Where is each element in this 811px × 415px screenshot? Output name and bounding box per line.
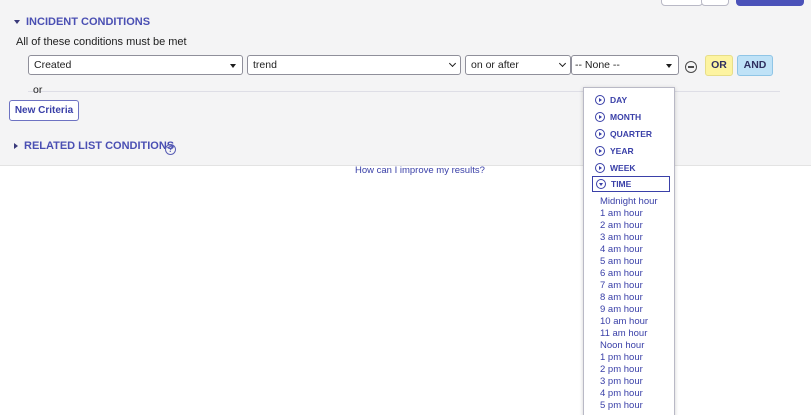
operator-select[interactable]: on or after	[465, 55, 571, 75]
group-label: DAY	[610, 95, 628, 105]
conditions-panel: INCIDENT CONDITIONS All of these conditi…	[0, 0, 811, 166]
time-option[interactable]: 4 am hour	[600, 244, 643, 255]
time-option[interactable]: 10 am hour	[600, 316, 648, 327]
time-option[interactable]: 2 am hour	[600, 220, 643, 231]
related-list-conditions-title: RELATED LIST CONDITIONS	[24, 140, 175, 152]
trend-select[interactable]: trend	[247, 55, 461, 75]
group-label: WEEK	[610, 163, 636, 173]
conditions-description: All of these conditions must be met	[16, 36, 187, 48]
incident-conditions-title: INCIDENT CONDITIONS	[26, 16, 151, 28]
time-option[interactable]: 11 am hour	[600, 328, 647, 339]
trend-select-value: trend	[253, 59, 277, 71]
top-toolbar-primary-button[interactable]	[736, 0, 804, 6]
value-select[interactable]: -- None --	[571, 55, 679, 75]
time-option[interactable]: 2 pm hour	[600, 364, 643, 375]
value-select-value: -- None --	[575, 59, 620, 71]
time-option[interactable]: 1 am hour	[600, 208, 643, 219]
time-option[interactable]: 5 am hour	[600, 256, 643, 267]
time-option[interactable]: 1 pm hour	[600, 352, 643, 363]
operator-select-value: on or after	[471, 59, 519, 71]
chevron-down-icon	[448, 59, 457, 68]
and-button[interactable]: AND	[737, 55, 773, 76]
time-option[interactable]: 6 am hour	[600, 268, 643, 279]
top-toolbar-button-secondary[interactable]	[701, 0, 729, 6]
page: INCIDENT CONDITIONS All of these conditi…	[0, 0, 811, 415]
expand-circle-icon	[595, 146, 605, 156]
new-criteria-button[interactable]: New Criteria	[9, 100, 79, 121]
time-option[interactable]: 4 pm hour	[600, 388, 643, 399]
dropdown-arrow-icon	[230, 64, 236, 68]
improve-results-link[interactable]: How can I improve my results?	[355, 165, 485, 176]
time-option[interactable]: 5 pm hour	[600, 400, 643, 411]
top-toolbar-button[interactable]	[661, 0, 703, 6]
help-icon[interactable]: ?	[165, 144, 176, 155]
group-label: MONTH	[610, 112, 642, 122]
dropdown-group-week[interactable]: WEEK	[592, 160, 670, 176]
dropdown-group-year[interactable]: YEAR	[592, 143, 670, 159]
dropdown-group-time[interactable]: TIME	[592, 176, 670, 192]
dropdown-group-quarter[interactable]: QUARTER	[592, 126, 670, 142]
time-option[interactable]: 3 pm hour	[600, 376, 643, 387]
time-option[interactable]: 8 am hour	[600, 292, 643, 303]
time-option[interactable]: 9 am hour	[600, 304, 643, 315]
expand-circle-icon	[595, 95, 605, 105]
expand-circle-icon	[595, 129, 605, 139]
related-list-conditions-header[interactable]: RELATED LIST CONDITIONS	[14, 140, 174, 152]
group-label: QUARTER	[610, 129, 653, 139]
expand-circle-icon	[595, 112, 605, 122]
time-option[interactable]: Noon hour	[600, 340, 644, 351]
or-separator-label: or	[33, 84, 43, 96]
dropdown-arrow-icon	[666, 64, 672, 68]
caret-down-icon	[14, 20, 20, 24]
or-button[interactable]: OR	[705, 55, 733, 76]
time-option[interactable]: 7 am hour	[600, 280, 643, 291]
field-select[interactable]: Created	[28, 55, 243, 75]
remove-condition-icon[interactable]	[685, 61, 697, 73]
group-label: TIME	[611, 179, 632, 189]
dropdown-group-month[interactable]: MONTH	[592, 109, 670, 125]
value-dropdown-menu: DAY MONTH QUARTER YEAR WEEK TIME Midnigh…	[583, 87, 675, 415]
group-label: YEAR	[610, 146, 634, 156]
expand-circle-icon	[595, 163, 605, 173]
chevron-down-icon	[558, 59, 567, 68]
caret-right-icon	[14, 143, 18, 149]
collapse-circle-icon	[596, 179, 606, 189]
time-option[interactable]: 3 am hour	[600, 232, 643, 243]
incident-conditions-header[interactable]: INCIDENT CONDITIONS	[14, 16, 150, 28]
time-option[interactable]: Midnight hour	[600, 196, 658, 207]
dropdown-group-day[interactable]: DAY	[592, 92, 670, 108]
field-select-value: Created	[34, 59, 72, 71]
